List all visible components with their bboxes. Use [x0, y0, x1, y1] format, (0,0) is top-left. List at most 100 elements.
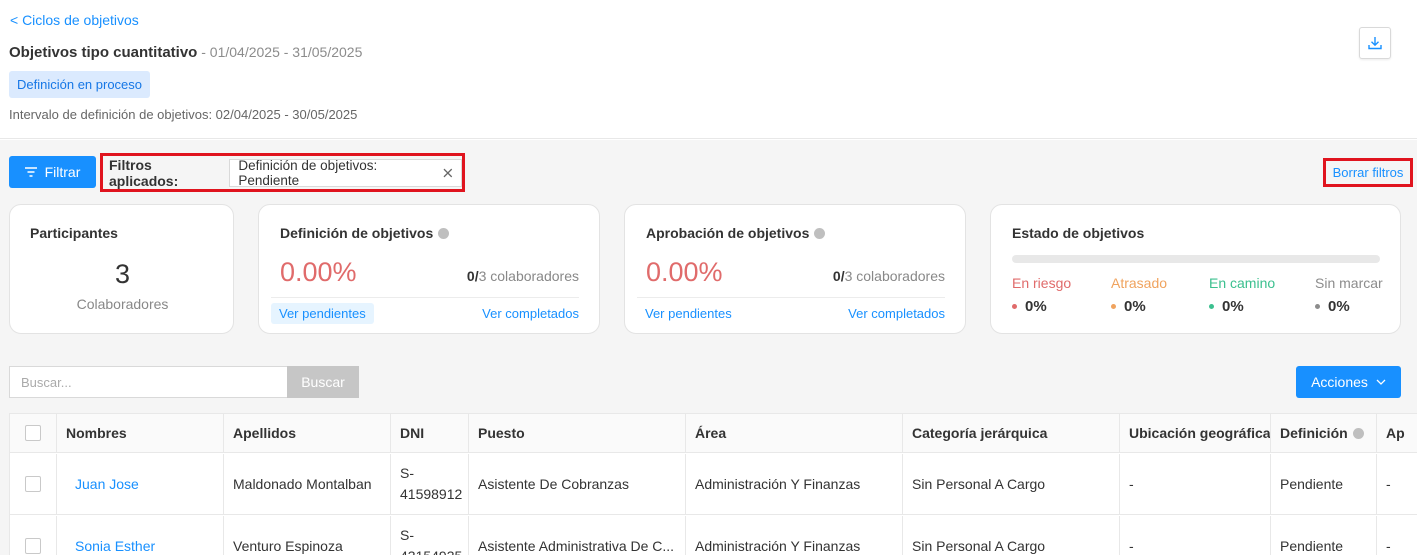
definition-percent: 0.00% — [280, 257, 357, 287]
search-input[interactable] — [9, 366, 288, 398]
participants-subtitle: Colaboradores — [76, 296, 169, 312]
status-dot-icon — [1209, 304, 1214, 309]
surname-cell: Venturo Espinoza — [224, 516, 391, 555]
filter-chip-label: Definición de objetivos: Pendiente — [238, 157, 378, 188]
download-icon — [1368, 37, 1382, 50]
participants-card: Participantes 3 Colaboradores — [9, 204, 234, 334]
status-dot-icon — [1315, 304, 1320, 309]
column-header-label: Definición — [1280, 425, 1348, 441]
select-all-checkbox[interactable] — [25, 425, 41, 441]
close-icon[interactable] — [443, 168, 453, 178]
row-checkbox[interactable] — [25, 476, 41, 492]
select-all-cell — [10, 414, 57, 452]
info-icon[interactable] — [1352, 427, 1364, 439]
info-icon[interactable] — [438, 227, 450, 239]
definition-cell: Pendiente — [1271, 516, 1377, 555]
column-header[interactable]: Puesto — [469, 414, 686, 452]
cycle-date-range: - 01/04/2025 - 31/05/2025 — [197, 44, 363, 60]
name-cell: Juan Jose — [57, 454, 224, 514]
status-at-risk: 0% — [1012, 298, 1047, 315]
participant-name-link[interactable]: Juan Jose — [75, 476, 139, 492]
column-header[interactable]: Ap — [1377, 414, 1417, 452]
status-label-at-risk: En riesgo — [1012, 275, 1072, 291]
participants-table: Nombres Apellidos DNI Puesto Área Catego… — [9, 413, 1417, 555]
filter-button[interactable]: Filtrar — [9, 156, 96, 188]
column-header[interactable]: Ubicación geográfica — [1120, 414, 1271, 452]
row-checkbox[interactable] — [25, 538, 41, 554]
actions-button[interactable]: Acciones — [1296, 366, 1401, 398]
approval-view-pending[interactable]: Ver pendientes — [637, 303, 740, 324]
approval-percent: 0.00% — [646, 257, 723, 287]
participant-name-link[interactable]: Sonia Esther — [75, 538, 155, 554]
area-cell: Administración Y Finanzas — [686, 454, 903, 514]
definition-ratio: 0/3 colaboradores — [467, 268, 579, 284]
approval-ratio: 0/3 colaboradores — [833, 268, 945, 284]
column-header[interactable]: Nombres — [57, 414, 224, 452]
back-to-cycles-link[interactable]: < Ciclos de objetivos — [10, 12, 139, 28]
definition-title: Definición de objetivos — [280, 225, 450, 241]
column-header[interactable]: DNI — [391, 414, 469, 452]
dni-cell: S- 41598912 — [391, 454, 469, 514]
page-header: < Ciclos de objetivos Objetivos tipo cua… — [0, 0, 1417, 139]
table-header-row: Nombres Apellidos DNI Puesto Área Catego… — [10, 414, 1417, 453]
objective-status-card: Estado de objetivos En riesgo 0% Atrasad… — [990, 204, 1401, 334]
filter-chip[interactable]: Definición de objetivos: Pendiente — [229, 157, 462, 188]
approval-card: Aprobación de objetivos 0.00% 0/3 colabo… — [624, 204, 966, 334]
position-cell: Asistente De Cobranzas — [469, 454, 686, 514]
divider — [271, 297, 579, 298]
name-cell: Sonia Esther — [57, 516, 224, 555]
participants-count: 3 — [114, 259, 131, 289]
filter-button-label: Filtrar — [44, 164, 81, 180]
page-title: Objetivos tipo cuantitativo - 01/04/2025… — [9, 44, 362, 61]
row-select-cell — [10, 516, 57, 555]
definition-card: Definición de objetivos 0.00% 0/3 colabo… — [258, 204, 600, 334]
objective-status-bar — [1012, 255, 1380, 263]
definition-done: 0/ — [466, 268, 479, 284]
search-button[interactable]: Buscar — [287, 366, 359, 398]
definition-view-pending[interactable]: Ver pendientes — [271, 303, 374, 324]
approval-done: 0/ — [832, 268, 845, 284]
location-cell: - — [1120, 454, 1271, 514]
status-dot-icon — [1012, 304, 1017, 309]
column-header[interactable]: Apellidos — [224, 414, 391, 452]
location-cell: - — [1120, 516, 1271, 555]
filter-icon — [24, 167, 37, 177]
status-delayed: 0% — [1111, 298, 1146, 315]
table-row: Juan Jose Maldonado Montalban S- 4159891… — [10, 454, 1417, 515]
status-unmarked: 0% — [1315, 298, 1350, 315]
row-select-cell — [10, 454, 57, 514]
dni-number: 43154935 — [400, 546, 462, 555]
definition-cell: Pendiente — [1271, 454, 1377, 514]
definition-interval-text: Intervalo de definición de objetivos: 02… — [9, 107, 358, 122]
clear-filters-link[interactable]: Borrar filtros — [1333, 165, 1404, 180]
applied-filters-box: Filtros aplicados: Definición de objetiv… — [100, 153, 465, 192]
status-value-unmarked: 0% — [1328, 298, 1350, 315]
approval-title: Aprobación de objetivos — [646, 225, 826, 241]
dni-number: 41598912 — [400, 486, 463, 502]
status-label-unmarked: Sin marcar — [1315, 275, 1383, 291]
column-header-definition[interactable]: Definición — [1271, 414, 1377, 452]
column-header[interactable]: Categoría jerárquica — [903, 414, 1120, 452]
status-value-on-track: 0% — [1222, 298, 1244, 315]
dni-prefix: S- — [400, 465, 414, 481]
definition-title-text: Definición de objetivos — [280, 225, 434, 241]
applied-filters-label: Filtros aplicados: — [109, 156, 179, 189]
info-icon[interactable] — [814, 227, 826, 239]
category-cell: Sin Personal A Cargo — [903, 516, 1120, 555]
status-label-delayed: Atrasado — [1111, 275, 1168, 291]
status-on-track: 0% — [1209, 298, 1244, 315]
definition-view-completed[interactable]: Ver completados — [474, 303, 587, 324]
column-header[interactable]: Área — [686, 414, 903, 452]
participants-title: Participantes — [30, 225, 118, 241]
clear-filters-box: Borrar filtros — [1323, 158, 1413, 187]
category-cell: Sin Personal A Cargo — [903, 454, 1120, 514]
chevron-down-icon — [1376, 379, 1386, 385]
objective-status-title: Estado de objetivos — [1012, 225, 1145, 241]
approval-view-completed[interactable]: Ver completados — [840, 303, 953, 324]
position-cell: Asistente Administrativa De C... — [469, 516, 686, 555]
download-button[interactable] — [1359, 27, 1391, 59]
surname-cell: Maldonado Montalban — [224, 454, 391, 514]
status-label-on-track: En camino — [1209, 275, 1276, 291]
definition-total: 3 colaboradores — [478, 268, 579, 284]
approval-cell: - — [1377, 454, 1417, 514]
